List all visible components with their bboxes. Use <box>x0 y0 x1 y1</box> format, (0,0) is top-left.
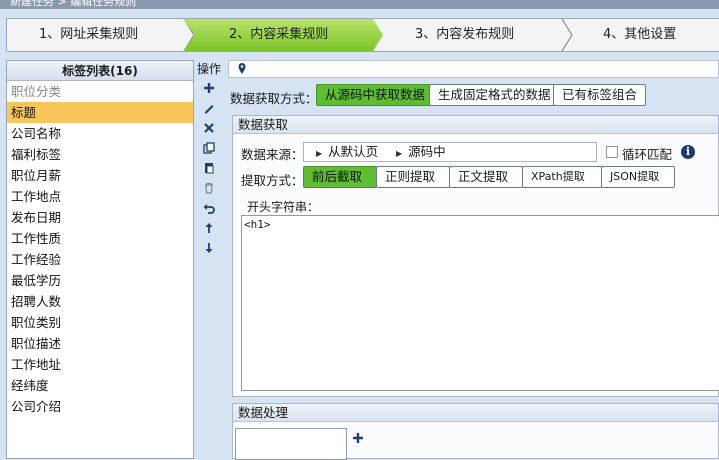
tag-list-header: 标签列表(16) <box>7 61 193 81</box>
wizard-stepper: 1、网址采集规则 2、内容采集规则 3、内容发布规则 4、其他设置 <box>6 18 719 52</box>
operations-label: 操作 <box>196 62 221 76</box>
start-string-label: 开头字符串： <box>247 200 320 214</box>
step-label: 2、内容采集规则 <box>229 27 329 42</box>
method-between[interactable]: 前后截取 <box>303 166 377 188</box>
tag-list-item[interactable]: 工作地址 <box>7 354 193 375</box>
tag-list-item[interactable]: 标题 <box>7 102 193 123</box>
tag-list-item[interactable]: 工作性质 <box>7 228 193 249</box>
tag-list-item[interactable]: 职位月薪 <box>7 165 193 186</box>
data-mode-label: 数据获取方式： <box>230 91 318 106</box>
processing-list[interactable] <box>235 428 347 460</box>
copy-icon[interactable] <box>196 138 222 158</box>
window-titlebar: 新建任务 > 编辑任务规则 <box>0 0 719 9</box>
delete-icon[interactable] <box>196 118 222 138</box>
source-label: 数据来源： <box>241 147 304 162</box>
pin-icon <box>237 62 247 79</box>
info-icon[interactable]: i <box>681 145 695 159</box>
tag-list-item[interactable]: 工作地点 <box>7 186 193 207</box>
tag-list-item[interactable]: 发布日期 <box>7 207 193 228</box>
data-fetch-group: 数据获取 数据来源： ▶ 从默认页 ▶ 源码中 循环匹配 i 提取方式： 前后截取 … <box>232 115 719 397</box>
method-regex[interactable]: 正则提取 <box>376 166 450 188</box>
location-bar <box>228 60 719 78</box>
tag-list-item[interactable]: 职位描述 <box>7 333 193 354</box>
mode-from-source[interactable]: 从源码中获取数据 <box>316 84 435 106</box>
paste-icon[interactable] <box>196 158 222 178</box>
move-up-icon[interactable] <box>196 218 222 238</box>
tag-list-item[interactable]: 工作经验 <box>7 249 193 270</box>
tag-group-header[interactable]: 职位分类 <box>7 81 193 102</box>
tag-list: 职位分类 标题 公司名称 福利标签 职位月薪 工作地点 发布日期 工作性质 工作经验 最低学历 招聘… <box>7 81 193 417</box>
edit-icon[interactable] <box>196 98 222 118</box>
step-label: 1、网址采集规则 <box>39 27 139 42</box>
undo-icon[interactable] <box>196 198 222 218</box>
method-label: 提取方式： <box>241 173 304 188</box>
start-string-input[interactable]: <h1> <box>241 215 719 391</box>
chevron-right-icon: ▶ <box>396 149 403 158</box>
method-body-text[interactable]: 正文提取 <box>449 166 523 188</box>
trash-icon[interactable] <box>196 178 222 198</box>
step-label: 3、内容发布规则 <box>415 27 515 42</box>
tag-list-item[interactable]: 职位类别 <box>7 312 193 333</box>
tag-list-item[interactable]: 最低学历 <box>7 270 193 291</box>
rule-editor: 数据获取方式： 从源码中获取数据 生成固定格式的数据 已有标签组合 数据获取 数… <box>228 60 719 460</box>
tag-list-panel: 标签列表(16) 职位分类 标题 公司名称 福利标签 职位月薪 工作地点 发布日期 工作性质工… <box>6 60 194 459</box>
crumb-default-page[interactable]: ▶ 从默认页 <box>316 143 378 163</box>
crumb-source[interactable]: ▶ 源码中 <box>396 143 446 163</box>
data-processing-title: 数据处理 <box>233 404 718 422</box>
step-other-settings[interactable]: 4、其他设置 <box>573 19 719 51</box>
step-url-rules[interactable]: 1、网址采集规则 <box>7 19 185 51</box>
tag-list-item[interactable]: 公司介绍 <box>7 396 193 417</box>
data-fetch-title: 数据获取 <box>233 116 718 134</box>
step-content-rules[interactable]: 2、内容采集规则 <box>183 19 383 51</box>
tag-list-item[interactable]: 公司名称 <box>7 123 193 144</box>
mode-tag-combo[interactable]: 已有标签组合 <box>553 84 647 106</box>
window-title: 新建任务 > 编辑任务规则 <box>10 0 137 8</box>
crumb-label: 从默认页 <box>328 144 379 159</box>
step-separator <box>561 19 573 51</box>
loop-match-checkbox[interactable] <box>606 146 618 158</box>
loop-match-label: 循环匹配 <box>622 147 673 162</box>
tag-list-item[interactable]: 经纬度 <box>7 375 193 396</box>
data-processing-group: 数据处理 <box>232 403 719 460</box>
source-breadcrumb[interactable]: ▶ 从默认页 ▶ 源码中 <box>303 142 597 162</box>
tag-list-item[interactable]: 福利标签 <box>7 144 193 165</box>
chevron-right-icon: ▶ <box>316 149 323 158</box>
method-xpath[interactable]: XPath提取 <box>522 166 602 188</box>
operations-toolbar: 操作 <box>196 60 222 459</box>
plus-icon[interactable] <box>352 432 364 447</box>
step-label: 4、其他设置 <box>603 27 677 42</box>
plus-icon[interactable] <box>196 78 222 98</box>
tag-list-item[interactable]: 招聘人数 <box>7 291 193 312</box>
crumb-label: 源码中 <box>408 144 446 159</box>
method-json[interactable]: JSON提取 <box>601 166 675 188</box>
step-publish-rules[interactable]: 3、内容发布规则 <box>385 19 565 51</box>
mode-fixed-format[interactable]: 生成固定格式的数据 <box>429 84 560 106</box>
move-down-icon[interactable] <box>196 238 222 258</box>
